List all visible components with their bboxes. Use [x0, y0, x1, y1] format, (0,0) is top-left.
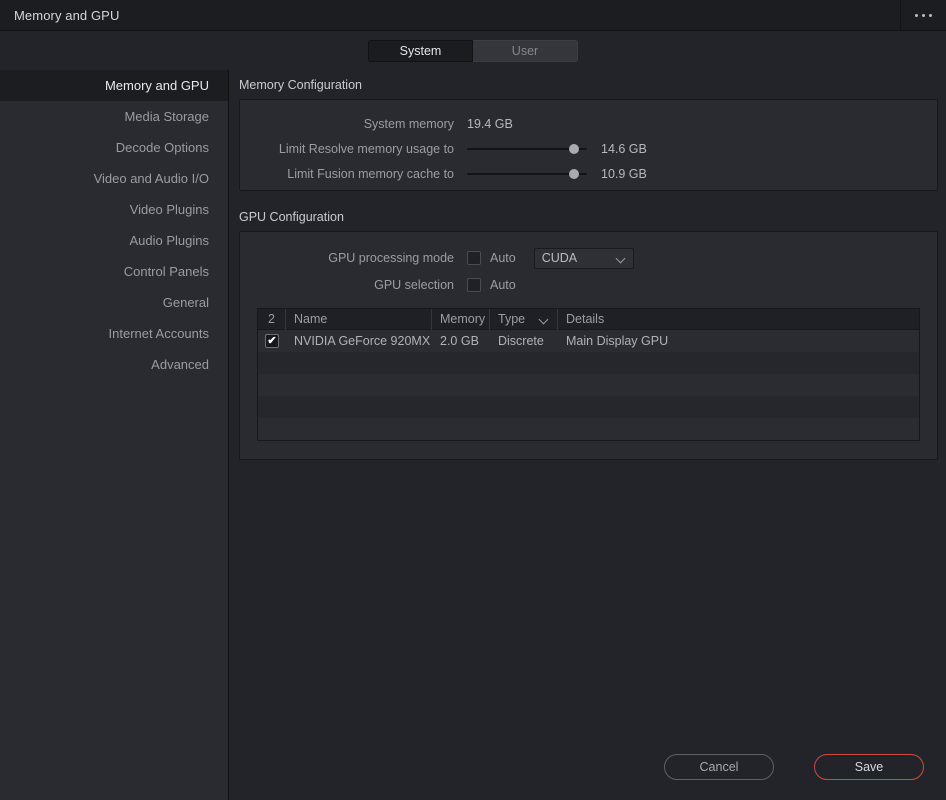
- gpu-row-memory: 2.0 GB: [440, 334, 479, 348]
- chevron-down-icon: [540, 315, 549, 324]
- sidebar-item-label: Video Plugins: [129, 202, 209, 217]
- gpu-processing-mode-auto-checkbox[interactable]: [467, 251, 481, 265]
- gpu-selection-label: GPU selection: [374, 278, 454, 292]
- sidebar-item-media-storage[interactable]: Media Storage: [0, 101, 228, 132]
- gpu-processing-mode-value: CUDA: [541, 251, 578, 265]
- limit-resolve-memory-row: Limit Resolve memory usage to 14.6 GB: [240, 136, 937, 161]
- sidebar-item-label: Decode Options: [115, 140, 209, 155]
- preferences-window: Memory and GPU System User Memory and GP…: [0, 0, 946, 800]
- memory-configuration-title: Memory Configuration: [239, 78, 362, 92]
- limit-fusion-cache-slider[interactable]: [467, 168, 587, 180]
- gpu-table-header-type[interactable]: Type: [490, 308, 558, 330]
- system-memory-row: System memory 19.4 GB: [240, 111, 937, 136]
- ellipsis-dot: [915, 13, 918, 17]
- sidebar-item-memory-and-gpu[interactable]: Memory and GPU: [0, 70, 228, 101]
- sidebar-item-label: Internet Accounts: [108, 326, 209, 341]
- title-bar: Memory and GPU: [0, 0, 946, 31]
- gpu-configuration-title: GPU Configuration: [239, 210, 344, 224]
- content-area: Memory Configuration System memory 19.4 …: [230, 70, 946, 800]
- tab-user[interactable]: User: [473, 39, 578, 62]
- sidebar-item-decode-options[interactable]: Decode Options: [0, 132, 228, 163]
- gpu-table-header-memory[interactable]: Memory: [432, 308, 490, 330]
- sidebar-item-video-and-audio-io[interactable]: Video and Audio I/O: [0, 163, 228, 194]
- sidebar-item-label: Advanced: [151, 357, 209, 372]
- gpu-table-header-details[interactable]: Details: [558, 309, 919, 330]
- system-memory-label: System memory: [363, 116, 454, 131]
- gpu-table-header-type-label: Type: [498, 312, 526, 326]
- sidebar-item-video-plugins[interactable]: Video Plugins: [0, 194, 228, 225]
- cancel-button[interactable]: Cancel: [664, 754, 774, 780]
- limit-resolve-memory-slider[interactable]: [467, 143, 587, 155]
- gpu-selection-auto-checkbox[interactable]: [467, 278, 481, 292]
- ellipsis-dot: [922, 13, 925, 17]
- sidebar-item-label: Audio Plugins: [129, 233, 210, 248]
- gpu-processing-mode-select[interactable]: CUDA: [533, 247, 634, 269]
- system-memory-value: 19.4 GB: [467, 116, 513, 131]
- window-title: Memory and GPU: [14, 7, 120, 23]
- sidebar-item-label: Control Panels: [123, 264, 209, 279]
- gpu-table-header-count: 2: [258, 308, 286, 330]
- gpu-selection-row: GPU selection Auto: [240, 272, 937, 298]
- table-row-empty[interactable]: [258, 396, 919, 418]
- sidebar-item-control-panels[interactable]: Control Panels: [0, 256, 228, 287]
- gpu-row-name: NVIDIA GeForce 920MX: [294, 334, 431, 348]
- slider-knob[interactable]: [569, 143, 580, 154]
- limit-fusion-cache-value: 10.9 GB: [601, 166, 647, 181]
- gpu-configuration-panel: GPU processing mode Auto CUDA GPU select…: [239, 231, 938, 460]
- limit-resolve-memory-label: Limit Resolve memory usage to: [278, 141, 454, 156]
- check-icon: ✔: [267, 334, 277, 347]
- gpu-table: 2 Name Memory Type Details ✔ NVIDIA GeFo…: [257, 308, 920, 441]
- gpu-table-header-name[interactable]: Name: [286, 308, 432, 330]
- sidebar-item-label: Video and Audio I/O: [93, 171, 209, 186]
- gpu-row-type: Discrete: [498, 334, 544, 348]
- save-button[interactable]: Save: [814, 754, 924, 780]
- limit-resolve-memory-value: 14.6 GB: [601, 141, 647, 156]
- chevron-down-icon: [617, 254, 626, 263]
- limit-fusion-cache-label: Limit Fusion memory cache to: [287, 166, 454, 181]
- sidebar: Memory and GPU Media Storage Decode Opti…: [0, 70, 229, 800]
- ellipsis-icon[interactable]: [900, 0, 946, 30]
- memory-configuration-panel: System memory 19.4 GB Limit Resolve memo…: [239, 99, 938, 191]
- gpu-row-checkbox-cell[interactable]: ✔: [258, 334, 286, 348]
- sidebar-item-label: Media Storage: [124, 109, 209, 124]
- sidebar-item-audio-plugins[interactable]: Audio Plugins: [0, 225, 228, 256]
- sidebar-item-label: General: [162, 295, 209, 310]
- table-row-empty[interactable]: [258, 374, 919, 396]
- gpu-row-details: Main Display GPU: [566, 334, 669, 348]
- gpu-row-checkbox[interactable]: ✔: [265, 334, 279, 348]
- gpu-processing-mode-label: GPU processing mode: [328, 251, 454, 265]
- sidebar-item-general[interactable]: General: [0, 287, 228, 318]
- slider-knob[interactable]: [569, 168, 580, 179]
- footer: Cancel Save: [0, 744, 946, 800]
- tab-strip: System User: [0, 31, 946, 70]
- sidebar-item-internet-accounts[interactable]: Internet Accounts: [0, 318, 228, 349]
- table-row[interactable]: ✔ NVIDIA GeForce 920MX 2.0 GB Discrete M…: [258, 330, 919, 352]
- ellipsis-dot: [929, 13, 932, 17]
- gpu-table-header: 2 Name Memory Type Details: [258, 308, 919, 330]
- segmented-control: System User: [368, 39, 578, 62]
- tab-system[interactable]: System: [368, 39, 473, 62]
- table-row-empty[interactable]: [258, 418, 919, 440]
- gpu-selection-auto-label: Auto: [490, 278, 516, 292]
- gpu-processing-mode-auto-label: Auto: [490, 251, 516, 265]
- table-row-empty[interactable]: [258, 352, 919, 374]
- sidebar-item-label: Memory and GPU: [104, 78, 209, 93]
- sidebar-item-advanced[interactable]: Advanced: [0, 349, 228, 380]
- gpu-processing-mode-row: GPU processing mode Auto CUDA: [240, 244, 937, 272]
- limit-fusion-cache-row: Limit Fusion memory cache to 10.9 GB: [240, 161, 937, 186]
